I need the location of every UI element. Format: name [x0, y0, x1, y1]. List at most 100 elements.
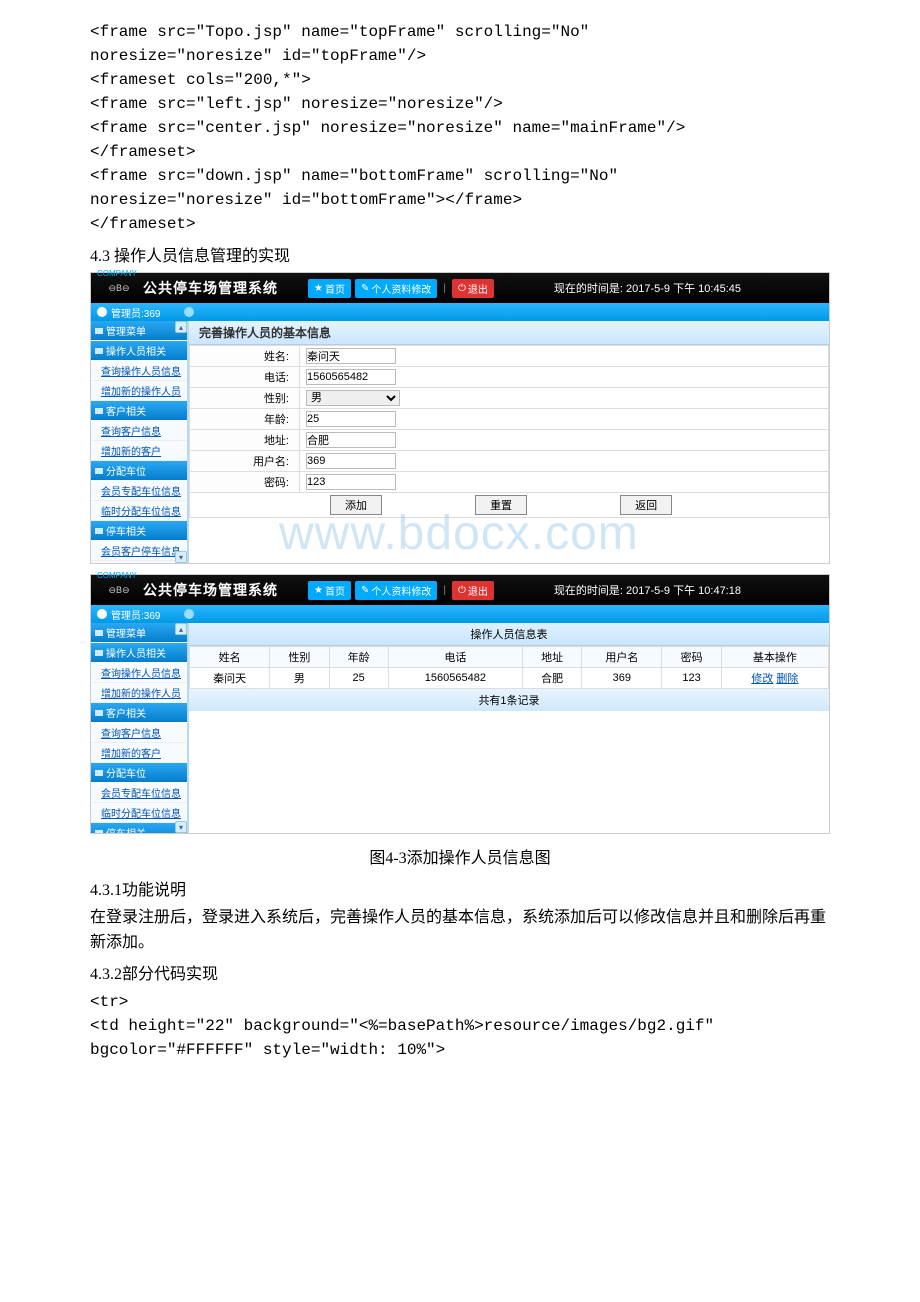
form-table: 姓名: 电话: 性别: 男 年龄: 地址: 用户名: 密码: 添加 重置 返回: [189, 345, 829, 518]
add-button[interactable]: 添加: [330, 495, 382, 515]
col-op: 基本操作: [721, 647, 828, 668]
logout-button[interactable]: ⏻退出: [452, 581, 494, 600]
input-tel[interactable]: [306, 369, 396, 385]
label-addr: 地址:: [190, 430, 300, 451]
menu-cat-assign[interactable]: 分配车位: [91, 763, 187, 783]
heading-4-3: 4.3 操作人员信息管理的实现: [90, 242, 830, 266]
menu-item[interactable]: 会员客户停车信息: [91, 541, 187, 561]
code-block-top: <frame src="Topo.jsp" name="topFrame" sc…: [90, 20, 830, 236]
col-sex: 性别: [270, 647, 329, 668]
cell-sex: 男: [270, 668, 329, 689]
separator: |: [441, 279, 448, 298]
menu-item[interactable]: 会员专配车位信息: [91, 783, 187, 803]
label-user: 用户名:: [190, 451, 300, 472]
paragraph-4-3-1: 在登录注册后，登录进入系统后，完善操作人员的基本信息，系统添加后可以修改信息并且…: [90, 906, 830, 956]
panel-title: 完善操作人员的基本信息: [189, 321, 829, 345]
scroll-down-icon[interactable]: ▾: [175, 551, 187, 563]
logout-button[interactable]: ⏻退出: [452, 279, 494, 298]
admin-label: 管理员:369: [111, 607, 160, 622]
current-time: 现在的时间是: 2017-5-9 下午 10:45:45: [554, 280, 741, 296]
table-row: 秦问天 男 25 1560565482 合肥 369 123 修改 删除: [190, 668, 829, 689]
admin-label: 管理员:369: [111, 305, 160, 320]
sidebar: ▴ 管理菜单 操作人员相关 查询操作人员信息 增加新的操作人员 客户相关 查询客…: [91, 321, 189, 563]
user-icon-2: [184, 609, 194, 619]
menu-item[interactable]: 增加新的操作人员: [91, 683, 187, 703]
menu-item[interactable]: 查询操作人员信息: [91, 361, 187, 381]
current-time: 现在的时间是: 2017-5-9 下午 10:47:18: [554, 582, 741, 598]
input-user[interactable]: [306, 453, 396, 469]
cell-age: 25: [329, 668, 388, 689]
menu-item[interactable]: 查询客户信息: [91, 723, 187, 743]
app-title: 公共停车场管理系统: [143, 278, 278, 298]
label-tel: 电话:: [190, 367, 300, 388]
menu-item[interactable]: 增加新的客户: [91, 441, 187, 461]
table-header-row: 姓名 性别 年龄 电话 地址 用户名 密码 基本操作: [190, 647, 829, 668]
top-bar: ⊖B⊖ 公共停车场管理系统 ★首页 ✎个人资料修改 | ⏻退出 现在的时间是: …: [91, 273, 829, 303]
menu-root: 管理菜单: [91, 623, 187, 643]
cell-addr: 合肥: [522, 668, 581, 689]
home-button[interactable]: ★首页: [308, 279, 351, 298]
user-icon-2: [184, 307, 194, 317]
back-button[interactable]: 返回: [620, 495, 672, 515]
label-age: 年龄:: [190, 409, 300, 430]
scroll-up-icon[interactable]: ▴: [175, 321, 187, 333]
data-grid: 姓名 性别 年龄 电话 地址 用户名 密码 基本操作 秦问天 男 25 1560…: [189, 646, 829, 689]
app-title: 公共停车场管理系统: [143, 580, 278, 600]
label-sex: 性别:: [190, 388, 300, 409]
figure-caption: 图4-3添加操作人员信息图: [90, 844, 830, 868]
input-name[interactable]: [306, 348, 396, 364]
input-age[interactable]: [306, 411, 396, 427]
logo-icon: ⊖B⊖: [99, 581, 139, 599]
menu-item[interactable]: 查询客户信息: [91, 421, 187, 441]
profile-button[interactable]: ✎个人资料修改: [355, 279, 437, 298]
menu-cat-operator[interactable]: 操作人员相关: [91, 341, 187, 361]
cell-pwd: 123: [662, 668, 721, 689]
delete-link[interactable]: 删除: [776, 673, 798, 685]
cell-tel: 1560565482: [388, 668, 522, 689]
col-name: 姓名: [190, 647, 270, 668]
col-addr: 地址: [522, 647, 581, 668]
code-block-bottom: <tr> <td height="22" background="<%=base…: [90, 990, 830, 1062]
list-title: 操作人员信息表: [189, 623, 829, 646]
screenshot-add-form: COMPANY ⊖B⊖ 公共停车场管理系统 ★首页 ✎个人资料修改 | ⏻退出 …: [90, 272, 830, 564]
heading-4-3-1: 4.3.1功能说明: [90, 876, 830, 900]
main-content: 操作人员信息表 姓名 性别 年龄 电话 地址 用户名 密码 基本操作 秦问天 男…: [189, 623, 829, 833]
menu-item[interactable]: 临时分配车位信息: [91, 501, 187, 521]
col-age: 年龄: [329, 647, 388, 668]
scroll-up-icon[interactable]: ▴: [175, 623, 187, 635]
menu-cat-customer[interactable]: 客户相关: [91, 401, 187, 421]
menu-cat-customer[interactable]: 客户相关: [91, 703, 187, 723]
company-tag: COMPANY: [97, 571, 137, 580]
menu-item[interactable]: 临时分配车位信息: [91, 803, 187, 823]
sidebar: ▴ 管理菜单 操作人员相关 查询操作人员信息 增加新的操作人员 客户相关 查询客…: [91, 623, 189, 833]
separator: |: [441, 581, 448, 600]
label-pwd: 密码:: [190, 472, 300, 493]
scroll-down-icon[interactable]: ▾: [175, 821, 187, 833]
menu-item[interactable]: 查询操作人员信息: [91, 663, 187, 683]
menu-cat-assign[interactable]: 分配车位: [91, 461, 187, 481]
admin-bar: 管理员:369: [91, 605, 829, 623]
company-tag: COMPANY: [97, 269, 137, 278]
menu-cat-park[interactable]: 停车相关: [91, 823, 187, 833]
pager: 共有1条记录: [189, 689, 829, 711]
top-bar: ⊖B⊖ 公共停车场管理系统 ★首页 ✎个人资料修改 | ⏻退出 现在的时间是: …: [91, 575, 829, 605]
menu-cat-operator[interactable]: 操作人员相关: [91, 643, 187, 663]
cell-user: 369: [582, 668, 662, 689]
menu-item[interactable]: 增加新的客户: [91, 743, 187, 763]
input-pwd[interactable]: [306, 474, 396, 490]
menu-item[interactable]: 会员专配车位信息: [91, 481, 187, 501]
menu-item[interactable]: 增加新的操作人员: [91, 381, 187, 401]
menu-root: 管理菜单: [91, 321, 187, 341]
menu-item[interactable]: 会员客户出场信息: [91, 561, 187, 563]
profile-button[interactable]: ✎个人资料修改: [355, 581, 437, 600]
label-name: 姓名:: [190, 346, 300, 367]
reset-button[interactable]: 重置: [475, 495, 527, 515]
select-sex[interactable]: 男: [306, 390, 400, 406]
menu-cat-park[interactable]: 停车相关: [91, 521, 187, 541]
edit-link[interactable]: 修改: [751, 673, 773, 685]
user-icon: [97, 307, 107, 317]
input-addr[interactable]: [306, 432, 396, 448]
heading-4-3-2: 4.3.2部分代码实现: [90, 960, 830, 984]
home-button[interactable]: ★首页: [308, 581, 351, 600]
admin-bar: 管理员:369: [91, 303, 829, 321]
